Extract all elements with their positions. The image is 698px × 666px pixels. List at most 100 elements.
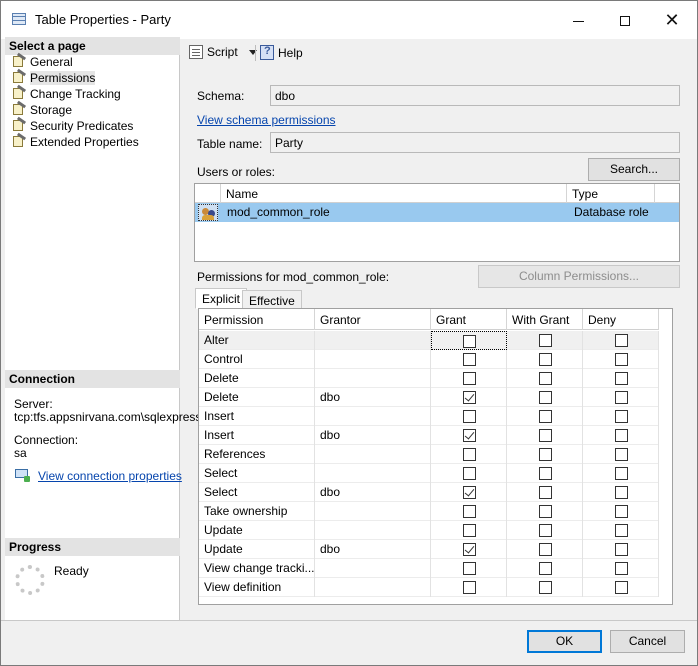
deny-checkbox[interactable] [614,467,628,480]
with-grant-checkbox[interactable] [538,429,552,442]
search-button[interactable]: Search... [588,158,680,181]
maximize-button[interactable] [602,1,648,39]
grant-cell [431,445,507,464]
page-item-security-predicates[interactable]: Security Predicates [11,116,133,135]
tab-explicit[interactable]: Explicit [195,288,248,309]
permission-row[interactable]: Control [199,350,659,369]
grantor-column-header[interactable]: Grantor [315,309,431,330]
user-row[interactable]: mod_common_role Database role [195,203,679,222]
page-item-general[interactable]: General [11,52,73,71]
grantor-cell: dbo [315,426,431,445]
page-wrench-icon [11,100,27,116]
deny-checkbox[interactable] [614,581,628,594]
deny-checkbox[interactable] [614,410,628,423]
grant-checkbox[interactable] [462,543,476,556]
grant-checkbox[interactable] [462,448,476,461]
grant-checkbox[interactable] [462,391,476,404]
permission-column-header[interactable]: Permission [199,309,315,330]
permission-row[interactable]: Insert dbo [199,426,659,445]
permission-row[interactable]: Delete dbo [199,388,659,407]
with-grant-checkbox[interactable] [538,562,552,575]
with-grant-checkbox[interactable] [538,543,552,556]
deny-checkbox[interactable] [614,562,628,575]
column-permissions-button[interactable]: Column Permissions... [478,265,680,288]
with-grant-checkbox[interactable] [538,505,552,518]
with-grant-checkbox[interactable] [538,448,552,461]
name-column-header[interactable]: Name [221,184,567,203]
with-grant-checkbox[interactable] [538,486,552,499]
with-grant-cell [507,483,583,502]
grant-checkbox[interactable] [462,562,476,575]
deny-checkbox[interactable] [614,334,628,347]
grant-checkbox[interactable] [462,429,476,442]
page-item-storage[interactable]: Storage [11,100,72,119]
permission-row[interactable]: Insert [199,407,659,426]
grant-checkbox[interactable] [462,505,476,518]
deny-cell [583,426,659,445]
permission-name-cell: View change tracki... [199,559,315,578]
page-item-permissions[interactable]: Permissions [11,68,96,87]
with-grant-checkbox[interactable] [538,581,552,594]
schema-field[interactable]: dbo [270,85,680,106]
permission-row[interactable]: View definition [199,578,659,597]
grant-checkbox[interactable] [462,372,476,385]
close-button[interactable]: ✕ [649,1,695,39]
permission-name-cell: Update [199,540,315,559]
view-schema-permissions-link[interactable]: View schema permissions [197,113,336,127]
type-column-header[interactable]: Type [567,184,655,203]
view-connection-properties-link[interactable]: View connection properties [38,469,182,483]
deny-checkbox[interactable] [614,448,628,461]
with-grant-checkbox[interactable] [538,334,552,347]
grantor-cell: dbo [315,388,431,407]
with-grant-checkbox[interactable] [538,467,552,480]
deny-checkbox[interactable] [614,486,628,499]
with-grant-checkbox[interactable] [538,391,552,404]
with-grant-checkbox[interactable] [538,410,552,423]
deny-checkbox[interactable] [614,543,628,556]
grant-checkbox[interactable] [462,467,476,480]
ok-button[interactable]: OK [527,630,602,653]
grant-cell [431,578,507,597]
deny-checkbox[interactable] [614,353,628,366]
permission-row[interactable]: References [199,445,659,464]
grant-checkbox[interactable] [462,581,476,594]
deny-cell [583,540,659,559]
deny-checkbox[interactable] [614,505,628,518]
page-item-change-tracking[interactable]: Change Tracking [11,84,121,103]
deny-checkbox[interactable] [614,429,628,442]
deny-checkbox[interactable] [614,524,628,537]
with-grant-column-header[interactable]: With Grant [507,309,583,330]
permission-row[interactable]: Take ownership [199,502,659,521]
permission-row[interactable]: Update [199,521,659,540]
deny-column-header[interactable]: Deny [583,309,659,330]
grant-checkbox[interactable] [462,524,476,537]
grant-checkbox[interactable] [462,410,476,423]
minimize-button[interactable] [555,1,601,39]
deny-checkbox[interactable] [614,391,628,404]
grant-checkbox[interactable] [462,486,476,499]
grant-checkbox[interactable] [462,353,476,366]
with-grant-cell [507,521,583,540]
permission-row[interactable]: Delete [199,369,659,388]
grant-cell [431,464,507,483]
cancel-button[interactable]: Cancel [610,630,685,653]
server-value: tcp:tfs.appsnirvana.com\sqlexpress [14,410,202,424]
script-button[interactable]: Script [189,45,238,59]
with-grant-checkbox[interactable] [538,353,552,366]
tab-effective[interactable]: Effective [242,290,302,310]
permission-row[interactable]: Select [199,464,659,483]
page-item-extended-properties[interactable]: Extended Properties [11,132,139,151]
grant-column-header[interactable]: Grant [431,309,507,330]
help-button[interactable]: Help [260,45,303,60]
deny-checkbox[interactable] [614,372,628,385]
permission-row[interactable]: Alter [199,331,659,350]
database-role-icon [198,204,218,221]
grant-checkbox[interactable] [463,335,476,348]
with-grant-checkbox[interactable] [538,524,552,537]
permission-row[interactable]: Update dbo [199,540,659,559]
permission-row[interactable]: View change tracki... [199,559,659,578]
permission-row[interactable]: Select dbo [199,483,659,502]
with-grant-checkbox[interactable] [538,372,552,385]
grant-cell [431,331,507,350]
table-name-field[interactable]: Party [270,132,680,153]
